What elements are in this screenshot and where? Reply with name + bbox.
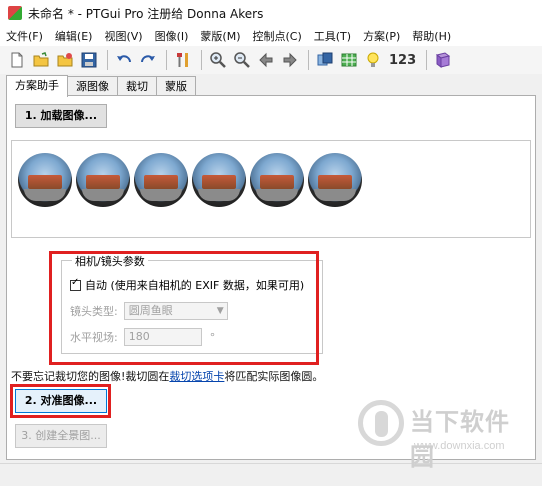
load-images-button[interactable]: 1. 加载图像...	[15, 104, 107, 128]
tab-source-images[interactable]: 源图像	[67, 76, 118, 96]
create-panorama-button[interactable]: 3. 创建全景图...	[15, 424, 107, 448]
image-thumbnail[interactable]	[250, 153, 304, 207]
menu-image[interactable]: 图像(I)	[149, 28, 195, 44]
toolbar: 123	[0, 46, 542, 74]
toolbar-separator	[426, 50, 428, 70]
note-text-post: 将匹配实际图像圆。	[224, 370, 324, 383]
title-bar: 未命名 * - PTGui Pro 注册给 Donna Akers	[0, 0, 542, 26]
book-icon[interactable]	[432, 49, 454, 71]
highlight-box-align-button	[10, 384, 111, 418]
toolbar-separator	[166, 50, 167, 70]
open-template-icon[interactable]	[54, 49, 76, 71]
image-thumbnail-strip	[11, 140, 531, 238]
image-thumbnail[interactable]	[18, 153, 72, 207]
menu-edit[interactable]: 编辑(E)	[49, 28, 99, 44]
zoom-out-icon[interactable]	[231, 49, 253, 71]
save-icon[interactable]	[78, 49, 100, 71]
numbers-icon[interactable]: 123	[386, 49, 419, 71]
bulb-icon[interactable]	[362, 49, 384, 71]
watermark: 当下软件园 www.downxia.com	[358, 398, 528, 471]
image-thumbnail[interactable]	[192, 153, 246, 207]
note-text-pre: 不要忘记裁切您的图像!裁切圆在	[11, 370, 170, 383]
arrow-left-icon[interactable]	[255, 49, 277, 71]
image-thumbnail[interactable]	[134, 153, 188, 207]
menu-file[interactable]: 文件(F)	[0, 28, 49, 44]
watermark-text: 当下软件园	[410, 408, 510, 471]
menu-help[interactable]: 帮助(H)	[406, 28, 457, 44]
window-title: 未命名 * - PTGui Pro 注册给 Donna Akers	[28, 6, 264, 21]
image-thumbnail[interactable]	[308, 153, 362, 207]
crop-reminder-text: 不要忘记裁切您的图像!裁切圆在裁切选项卡将匹配实际图像圆。	[11, 368, 323, 384]
new-icon[interactable]	[6, 49, 28, 71]
tools-icon[interactable]	[172, 49, 194, 71]
watermark-logo-icon	[358, 400, 404, 446]
watermark-url: www.downxia.com	[414, 440, 505, 452]
menu-bar: 文件(F) 编辑(E) 视图(V) 图像(I) 蒙版(M) 控制点(C) 工具(…	[0, 26, 542, 46]
menu-view[interactable]: 视图(V)	[98, 28, 148, 44]
panorama-editor-icon[interactable]	[314, 49, 336, 71]
toolbar-separator	[201, 50, 202, 70]
tab-crop[interactable]: 裁切	[117, 76, 157, 96]
undo-icon[interactable]	[113, 49, 135, 71]
menu-control-points[interactable]: 控制点(C)	[246, 28, 307, 44]
tab-project-assistant[interactable]: 方案助手	[6, 75, 68, 97]
open-icon[interactable]	[30, 49, 52, 71]
tab-mask[interactable]: 蒙版	[156, 76, 196, 96]
zoom-in-icon[interactable]	[207, 49, 229, 71]
highlight-box-camera-params	[49, 251, 319, 365]
toolbar-separator	[308, 50, 309, 70]
menu-tools[interactable]: 工具(T)	[308, 28, 357, 44]
app-window: 未命名 * - PTGui Pro 注册给 Donna Akers 文件(F) …	[0, 0, 542, 486]
tab-strip: 方案助手 源图像 裁切 蒙版	[6, 75, 196, 97]
redo-icon[interactable]	[137, 49, 159, 71]
app-icon	[8, 6, 22, 20]
crop-tab-link[interactable]: 裁切选项卡	[169, 370, 224, 383]
arrow-right-icon[interactable]	[279, 49, 301, 71]
toolbar-separator	[107, 50, 108, 70]
menu-project[interactable]: 方案(P)	[357, 28, 406, 44]
table-icon[interactable]	[338, 49, 360, 71]
image-thumbnail[interactable]	[76, 153, 130, 207]
menu-mask[interactable]: 蒙版(M)	[194, 28, 246, 44]
